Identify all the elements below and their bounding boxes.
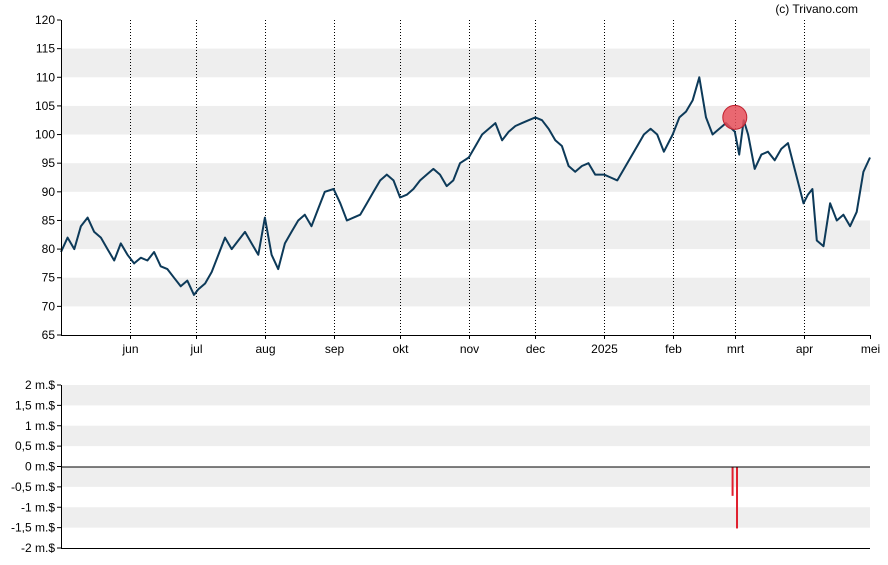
price-y-tick-label: 70: [42, 299, 56, 313]
volume-y-tick-label: -0,5 m.$: [11, 480, 55, 494]
price-marker: [722, 104, 748, 130]
price-band: [61, 163, 870, 192]
price-y-tick-label: 65: [42, 328, 56, 342]
volume-bar: [731, 466, 734, 496]
price-y-tick-label: 85: [42, 213, 56, 227]
price-x-tick-label: apr: [796, 342, 813, 356]
price-y-tick-label: 75: [42, 271, 56, 285]
price-band: [61, 105, 870, 135]
price-y-axis: 65 70 75 80 85 90 95 100 105 110 115 120: [35, 13, 61, 342]
price-x-tick-label: nov: [460, 342, 479, 356]
price-y-tick-label: 120: [35, 13, 55, 27]
volume-y-tick-label: -1,5 m.$: [11, 521, 55, 535]
volume-bands: [61, 385, 870, 528]
volume-bar: [736, 466, 739, 529]
price-y-tick-label: 115: [36, 42, 55, 56]
price-x-tick-label: okt: [392, 342, 409, 356]
volume-y-tick-label: 1 m.$: [25, 419, 55, 433]
trivano-price-chart: (c) Trivano.com 65 70 75 80 85 90 95 100 105 110 1…: [11, 2, 880, 555]
price-y-tick-label: 100: [35, 128, 55, 142]
credit-text: (c) Trivano.com: [775, 2, 858, 16]
volume-panel: 2 m.$ 1,5 m.$ 1 m.$ 0,5 m.$ 0 m.$ -0,5 m.$ -1 …: [11, 378, 870, 555]
volume-y-axis: 2 m.$ 1,5 m.$ 1 m.$ 0,5 m.$ 0 m.$ -0,5 m.$ -1 …: [11, 378, 61, 555]
price-band: [61, 48, 870, 78]
volume-band: [61, 507, 870, 528]
volume-y-tick-label: -1 m.$: [21, 500, 55, 514]
volume-y-tick-label: 0,5 m.$: [15, 439, 55, 453]
volume-band: [61, 385, 870, 406]
volume-y-tick-label: 0 m.$: [25, 460, 55, 474]
price-x-tick-label: jun: [121, 342, 138, 356]
volume-y-tick-label: 2 m.$: [25, 378, 55, 392]
price-x-tick-label: 2025: [591, 342, 618, 356]
volume-band: [61, 466, 870, 487]
price-band: [61, 220, 870, 250]
price-x-tick-label: mei: [861, 342, 880, 356]
price-bands: [61, 48, 870, 307]
price-x-tick-label: feb: [665, 342, 682, 356]
price-x-tick-label: dec: [526, 342, 545, 356]
price-y-tick-label: 110: [36, 70, 55, 84]
price-y-tick-label: 80: [42, 242, 56, 256]
volume-y-tick-label: -2 m.$: [21, 541, 55, 555]
price-panel: 65 70 75 80 85 90 95 100 105 110 115 120 jun jul aug s…: [35, 13, 880, 356]
price-x-tick-label: aug: [255, 342, 275, 356]
price-x-tick-label: jul: [189, 342, 202, 356]
volume-y-tick-label: 1,5 m.$: [15, 398, 55, 412]
price-y-tick-label: 90: [42, 185, 56, 199]
price-x-tick-label: mrt: [727, 342, 745, 356]
price-x-axis: jun jul aug sep okt nov dec 2025 feb mrt apr mei: [121, 335, 880, 356]
volume-band: [61, 425, 870, 447]
price-y-tick-label: 95: [42, 156, 56, 170]
price-x-tick-label: sep: [325, 342, 345, 356]
price-band: [61, 277, 870, 307]
price-y-tick-label: 105: [35, 99, 55, 113]
